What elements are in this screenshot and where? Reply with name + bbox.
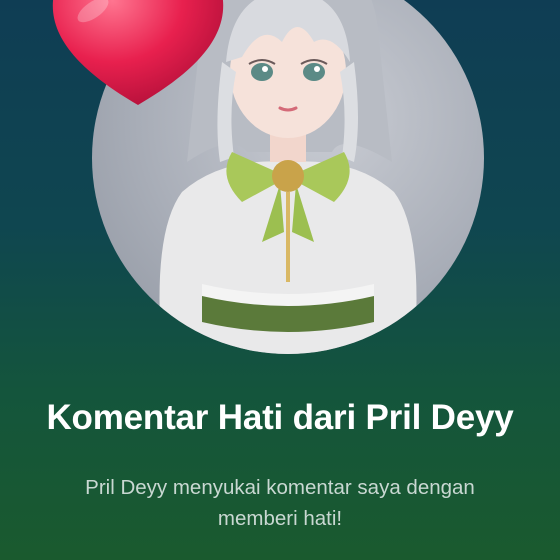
heart-icon [52,0,224,105]
notification-message: Pril Deyy menyukai komentar saya dengan … [85,476,475,530]
notification-title: Komentar Hati dari Pril Deyy [46,398,514,437]
heart-comment-notification-card: Komentar Hati dari Pril Deyy Pril Deyy m… [0,0,560,560]
